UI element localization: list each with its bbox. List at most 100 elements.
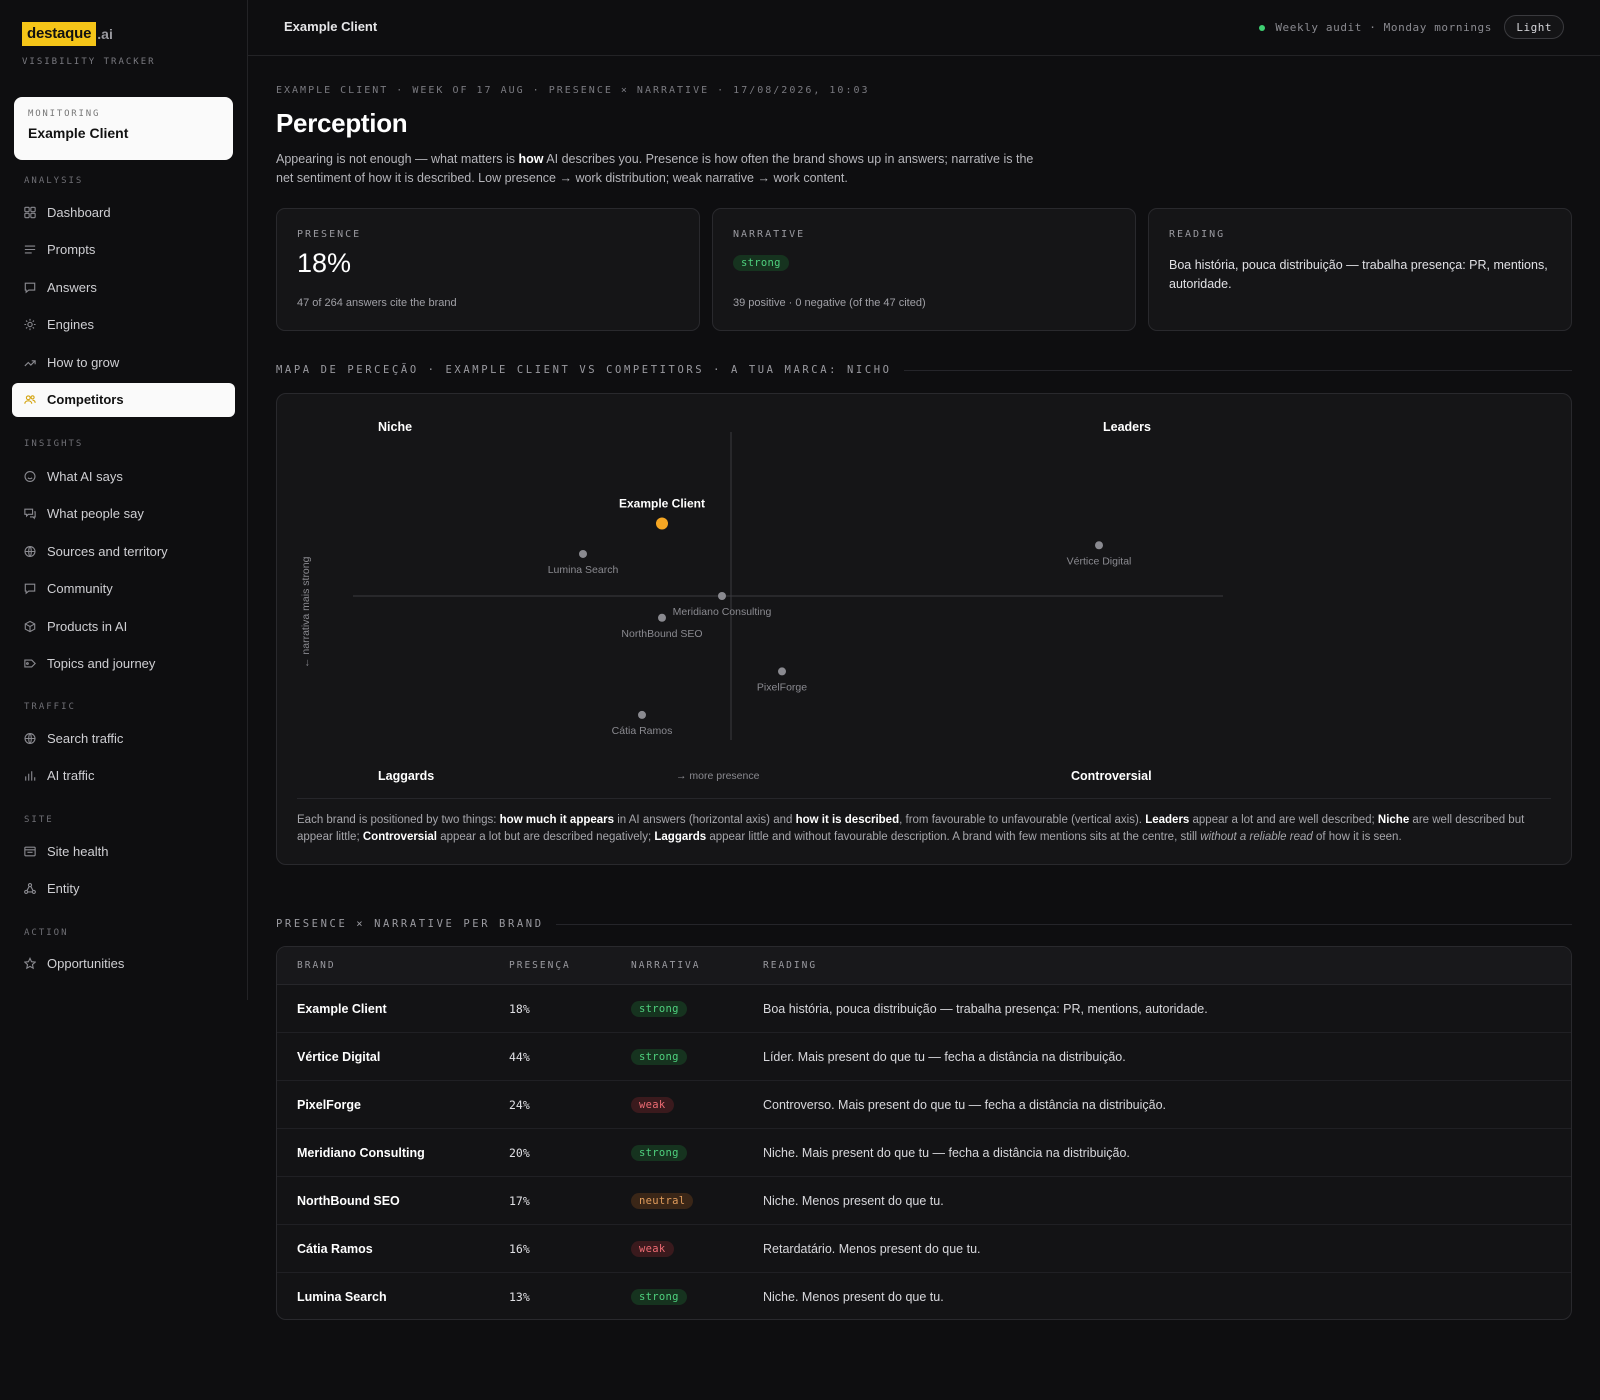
quadrant-controversial: Controversial <box>1071 769 1152 783</box>
col-brand[interactable]: BRAND <box>277 960 509 971</box>
table-row[interactable]: Cátia Ramos 16% weak Retardatário. Menos pr… <box>277 1225 1571 1273</box>
cell-brand: Cátia Ramos <box>297 1241 373 1256</box>
lines-icon <box>24 244 36 256</box>
map-section-title: MAPA DE PERCEÇÃO · EXAMPLE CLIENT VS COM… <box>276 364 1572 376</box>
table-row[interactable]: Vértice Digital 44% strong Líder. Mais pres… <box>277 1033 1571 1081</box>
sidebar-item-search-traffic[interactable]: Search traffic <box>12 721 235 755</box>
sidebar-item-label: Opportunities <box>47 955 125 971</box>
point-label-v-rtice-digital: Vértice Digital <box>1067 555 1132 567</box>
cell-presence: 16% <box>509 1241 530 1256</box>
cell-narrative: neutral <box>631 1192 763 1209</box>
box-icon <box>24 620 36 632</box>
presence-value: 18% <box>297 248 352 278</box>
grid-icon <box>24 206 36 218</box>
monitoring-client: Example Client <box>28 125 129 141</box>
sidebar-item-products-in-ai[interactable]: Products in AI <box>12 609 235 643</box>
logo[interactable]: destaque .ai <box>22 22 113 46</box>
sidebar-item-dashboard[interactable]: Dashboard <box>12 195 235 229</box>
point-northbound-seo[interactable] <box>658 613 666 622</box>
sidebar-item-label: What people say <box>47 506 144 521</box>
map-section-label: MAPA DE PERCEÇÃO · EXAMPLE CLIENT VS COM… <box>276 364 892 376</box>
cell-reading: Controverso. Mais present do que tu — fe… <box>763 1097 1166 1112</box>
sidebar-item-ai-traffic[interactable]: AI traffic <box>12 759 235 793</box>
point-lumina-search[interactable] <box>579 549 587 558</box>
x-axis-label: → more presence <box>676 770 760 782</box>
chat-icon <box>24 583 36 595</box>
sidebar-item-opportunities[interactable]: Opportunities <box>12 946 235 980</box>
point-pixelforge[interactable] <box>778 667 786 676</box>
narrative-badge: strong <box>631 1000 687 1017</box>
table-row[interactable]: Lumina Search 13% strong Niche. Menos prese… <box>277 1273 1571 1319</box>
sidebar-item-answers[interactable]: Answers <box>12 270 235 304</box>
sidebar-item-engines[interactable]: Engines <box>12 308 235 342</box>
col-reading[interactable]: READING <box>763 960 1571 971</box>
nodes-icon <box>24 882 36 895</box>
audit-text: Weekly audit · Monday mornings <box>1275 21 1492 34</box>
reading-text: Boa história, pouca distribuição — traba… <box>1169 258 1548 291</box>
theme-toggle-button[interactable]: Light <box>1504 15 1564 39</box>
cell-brand: Lumina Search <box>297 1290 387 1304</box>
table-body: Example Client 18% strong Boa história, pou… <box>277 985 1571 1319</box>
table-row[interactable]: Example Client 18% strong Boa história, pou… <box>277 985 1571 1033</box>
sidebar-item-label: Community <box>47 581 113 596</box>
presence-card: PRESENCE 18% 47 of 264 answers cite the … <box>276 208 700 331</box>
point-example-client[interactable] <box>656 517 668 530</box>
cell-brand: Example Client <box>297 1001 387 1016</box>
sidebar-item-label: Products in AI <box>47 618 128 634</box>
cell-brand: Vértice Digital <box>297 1049 381 1064</box>
cell-reading: Niche. Menos present do que tu. <box>763 1290 944 1304</box>
point-c-tia-ramos[interactable] <box>638 710 646 719</box>
point-meridiano-consulting[interactable] <box>718 592 726 600</box>
sidebar-item-what-ai-says[interactable]: What AI says <box>12 459 235 493</box>
monitoring-selector[interactable]: MONITORING Example Client <box>14 97 233 160</box>
cell-brand: PixelForge <box>297 1097 361 1112</box>
sidebar-item-label: Site health <box>47 843 109 859</box>
point-label-northbound-seo: NorthBound SEO <box>621 628 702 640</box>
sidebar-item-what-people-say[interactable]: What people say <box>12 497 235 531</box>
page-intro: Appearing is not enough — what matters i… <box>276 150 1036 188</box>
tag-icon <box>24 658 36 670</box>
point-label-lumina-search: Lumina Search <box>548 564 619 576</box>
sidebar-item-site-health[interactable]: Site health <box>12 834 235 868</box>
col-narrative[interactable]: NARRATIVA <box>631 960 763 971</box>
sidebar-item-label: Answers <box>47 279 97 295</box>
cell-presence: 17% <box>509 1193 530 1208</box>
table-row[interactable]: Meridiano Consulting 20% strong Niche. Mais… <box>277 1129 1571 1177</box>
narrative-badge: strong <box>631 1144 687 1161</box>
window-icon <box>24 845 36 857</box>
sidebar-item-label: AI traffic <box>47 768 95 783</box>
sidebar-item-label: Engines <box>47 317 94 332</box>
sidebar-item-prompts[interactable]: Prompts <box>12 233 235 267</box>
sidebar-item-sources-and-territory[interactable]: Sources and territory <box>12 534 235 568</box>
presence-sub: 47 of 264 answers cite the brand <box>297 297 457 309</box>
status-dot-icon <box>1259 24 1266 31</box>
topbar-title: Example Client <box>284 19 378 34</box>
sidebar-item-competitors[interactable]: Competitors <box>12 382 235 417</box>
point-label-meridiano-consulting: Meridiano Consulting <box>673 606 772 618</box>
table-section-label: PRESENCE × NARRATIVE PER BRAND <box>276 918 544 930</box>
nav-section-traffic: TRAFFIC <box>24 702 76 712</box>
logo-tagline: VISIBILITY TRACKER <box>22 57 156 67</box>
narrative-badge: strong <box>631 1289 687 1305</box>
narrative-label: NARRATIVE <box>733 229 806 240</box>
section-divider <box>903 369 1572 371</box>
sidebar-item-label: Entity <box>47 881 80 896</box>
globe-icon <box>24 732 36 744</box>
col-presence[interactable]: PRESENÇA <box>509 960 631 971</box>
table-row[interactable]: PixelForge 24% weak Controverso. Mais prese… <box>277 1081 1571 1129</box>
point-label-example-client: Example Client <box>619 497 705 511</box>
sidebar-item-how-to-grow[interactable]: How to grow <box>12 345 235 379</box>
table-row[interactable]: NorthBound SEO 17% neutral Niche. Menos pre… <box>277 1177 1571 1225</box>
bars-icon <box>24 770 36 782</box>
presence-label: PRESENCE <box>297 229 362 240</box>
cell-brand: Meridiano Consulting <box>297 1145 425 1160</box>
sidebar-item-community[interactable]: Community <box>12 572 235 606</box>
sidebar-item-entity[interactable]: Entity <box>12 872 235 906</box>
chat-icon <box>24 281 36 293</box>
point-v-rtice-digital[interactable] <box>1095 541 1103 550</box>
narrative-badge: strong <box>631 1048 687 1065</box>
audit-status: Weekly audit · Monday mornings <box>1259 21 1492 34</box>
logo-suffix: .ai <box>97 26 113 42</box>
sidebar-item-topics-and-journey[interactable]: Topics and journey <box>12 647 235 681</box>
cell-brand: NorthBound SEO <box>297 1193 400 1208</box>
